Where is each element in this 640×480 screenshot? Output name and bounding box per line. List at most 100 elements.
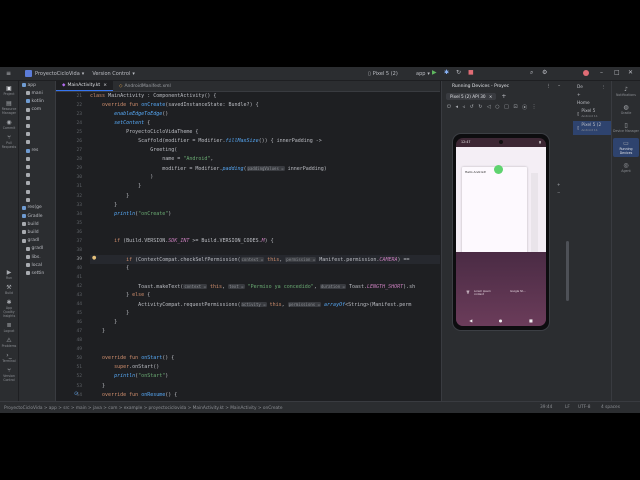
tool-window-commit[interactable]: ◉ Commit	[0, 119, 18, 130]
device-tab[interactable]: Pixel 5 (2) API 30 ×	[446, 93, 497, 100]
apply-changes-button[interactable]: ↻	[456, 69, 461, 76]
code-line[interactable]	[90, 345, 440, 354]
more-icon[interactable]: ⋮	[532, 104, 537, 110]
code-line[interactable]: {	[90, 264, 440, 273]
tree-item[interactable]: res	[19, 147, 55, 155]
tab-mainactivity[interactable]: ◆ MainActivity.kt ×	[56, 81, 113, 91]
tree-item[interactable]	[19, 163, 55, 171]
cursor-position[interactable]: 39:44	[540, 405, 552, 410]
zoom-in-icon[interactable]: +	[557, 181, 560, 189]
record-icon[interactable]: ⦿	[522, 104, 527, 111]
code-line[interactable]: Greeting(	[90, 146, 440, 155]
overview-icon[interactable]: □	[504, 104, 509, 110]
home-icon[interactable]: ○	[495, 104, 499, 110]
code-line[interactable]: if (Build.VERSION.SDK_INT >= Build.VERSI…	[90, 237, 440, 246]
code-text[interactable]: class MainActivity : ComponentActivity()…	[90, 92, 440, 401]
add-icon[interactable]: +	[577, 93, 581, 98]
tree-item[interactable]	[19, 130, 55, 138]
tree-item[interactable]	[19, 155, 55, 163]
code-line[interactable]: setContent {	[90, 119, 440, 128]
main-menu-button[interactable]: ≡	[6, 70, 11, 77]
tool-window-terminal[interactable]: ›_ Terminal	[0, 352, 18, 363]
code-line[interactable]: Scaffold(modifier = Modifier.fillMaxSize…	[90, 137, 440, 146]
code-line[interactable]	[90, 219, 440, 228]
tool-window-resource[interactable]: ▤ Resource Manager	[0, 100, 18, 115]
code-line[interactable]: println("onCreate")	[90, 210, 440, 219]
home-icon[interactable]: ●	[499, 318, 503, 323]
tool-window-device[interactable]: ▭ Running Devices	[613, 138, 639, 157]
tree-item[interactable]: settin	[19, 269, 55, 277]
code-line[interactable]: if (ContextCompat.checkSelfPermission(co…	[90, 254, 440, 264]
code-line[interactable]	[90, 336, 440, 345]
tree-item[interactable]: Gradle	[19, 212, 55, 220]
code-line[interactable]: override fun onCreate(savedInstanceState…	[90, 101, 440, 110]
more-icon[interactable]: ⋮	[601, 85, 605, 90]
app-surface[interactable]: Hello Android! ↖	[456, 147, 546, 294]
vcs-selector[interactable]: Version Control ▾	[92, 71, 135, 77]
device-row[interactable]: ▯ Pixel 5 Android 11	[573, 107, 611, 121]
rotate-right-icon[interactable]: ↻	[478, 104, 482, 110]
tool-window-logcat[interactable]: ≣ Logcat	[0, 322, 18, 333]
tab-androidmanifest[interactable]: ◇ AndroidManifest.xml	[113, 81, 177, 91]
tree-item[interactable]: kotlin	[19, 97, 55, 105]
tree-item[interactable]: app	[19, 81, 55, 89]
minimize-icon[interactable]: –	[558, 84, 560, 89]
tree-item[interactable]	[19, 179, 55, 187]
volume-down-icon[interactable]: ◃	[462, 104, 465, 110]
breadcrumb[interactable]: ProyectoCicloVida > app > src > main > j…	[4, 406, 283, 411]
zoom-out-icon[interactable]: −	[557, 189, 560, 197]
close-icon[interactable]: ×	[489, 94, 493, 99]
code-line[interactable]: println("onStart")	[90, 372, 440, 381]
tree-item[interactable]: com	[19, 106, 55, 114]
code-line[interactable]: class MainActivity : ComponentActivity()…	[90, 92, 440, 101]
avatar[interactable]	[583, 70, 589, 76]
code-editor[interactable]: ◆ MainActivity.kt × ◇ AndroidManifest.xm…	[56, 81, 440, 401]
tool-window-problems[interactable]: ⚠ Problems	[0, 337, 18, 348]
file-encoding[interactable]: UTF-8	[578, 405, 591, 410]
tool-window-bug[interactable]: ✱ App Quality Insights	[0, 299, 18, 318]
tool-window-folder[interactable]: ▣ Project	[0, 85, 18, 96]
tree-item[interactable]	[19, 114, 55, 122]
maximize-button[interactable]: □	[614, 69, 620, 76]
minimize-button[interactable]: –	[600, 69, 603, 76]
tool-window-git[interactable]: ⑂ Version Control	[0, 367, 18, 382]
tree-item[interactable]	[19, 187, 55, 195]
close-icon[interactable]: ×	[103, 83, 107, 88]
code-line[interactable]: enableEdgeToEdge()	[90, 110, 440, 119]
power-icon[interactable]: ⏻	[447, 104, 451, 110]
close-button[interactable]: ✕	[628, 69, 633, 76]
overview-icon[interactable]: ■	[529, 318, 533, 323]
tree-item[interactable]: mani	[19, 89, 55, 97]
code-line[interactable]: }	[90, 192, 440, 201]
code-line[interactable]: Toast.makeText(context = this, text = "P…	[90, 282, 440, 291]
tool-window-phone[interactable]: ▯ Device Manager	[613, 120, 639, 135]
debug-button[interactable]: ✱	[444, 69, 449, 76]
tree-item[interactable]	[19, 171, 55, 179]
tool-window-run[interactable]: ▶ Run	[0, 269, 18, 280]
override-gutter-icon[interactable]: ⊙	[74, 391, 78, 397]
code-line[interactable]: }	[90, 309, 440, 318]
code-line[interactable]: }	[90, 327, 440, 336]
tool-window-agent[interactable]: ◎ Agent	[613, 160, 639, 175]
tree-item[interactable]: res(ge	[19, 204, 55, 212]
code-line[interactable]: )	[90, 173, 440, 182]
code-line[interactable]: name = "Android",	[90, 155, 440, 164]
search-icon[interactable]: ⌕	[530, 69, 533, 77]
tree-item[interactable]	[19, 196, 55, 204]
tool-window-elephant[interactable]: ◍ Gradle	[613, 102, 639, 117]
stop-button[interactable]: ■	[468, 69, 474, 76]
tree-item[interactable]	[19, 138, 55, 146]
rotate-left-icon[interactable]: ↺	[470, 104, 474, 110]
code-line[interactable]: ActivityCompat.requestPermissions(activi…	[90, 300, 440, 309]
trash-icon[interactable]: 🗑	[466, 290, 470, 294]
code-line[interactable]	[90, 273, 440, 282]
code-line[interactable]: }	[90, 201, 440, 210]
settings-icon[interactable]: ⚙	[542, 69, 547, 76]
emulator-device-frame[interactable]: Hello Android! ↖ 12:47 ▮ 🗑 Lorem ipsum c…	[452, 133, 550, 331]
code-line[interactable]: override fun onStart() {	[90, 354, 440, 363]
code-line[interactable]: modifier = Modifier.padding(paddingValue…	[90, 164, 440, 173]
run-config-selector[interactable]: app ▾	[416, 71, 430, 77]
tool-window-pull-request[interactable]: ⑂ Pull Requests	[0, 134, 18, 149]
emulator-screen[interactable]: Hello Android! ↖ 12:47 ▮ 🗑 Lorem ipsum c…	[456, 138, 546, 326]
lightbulb-icon[interactable]: ●	[92, 255, 96, 261]
